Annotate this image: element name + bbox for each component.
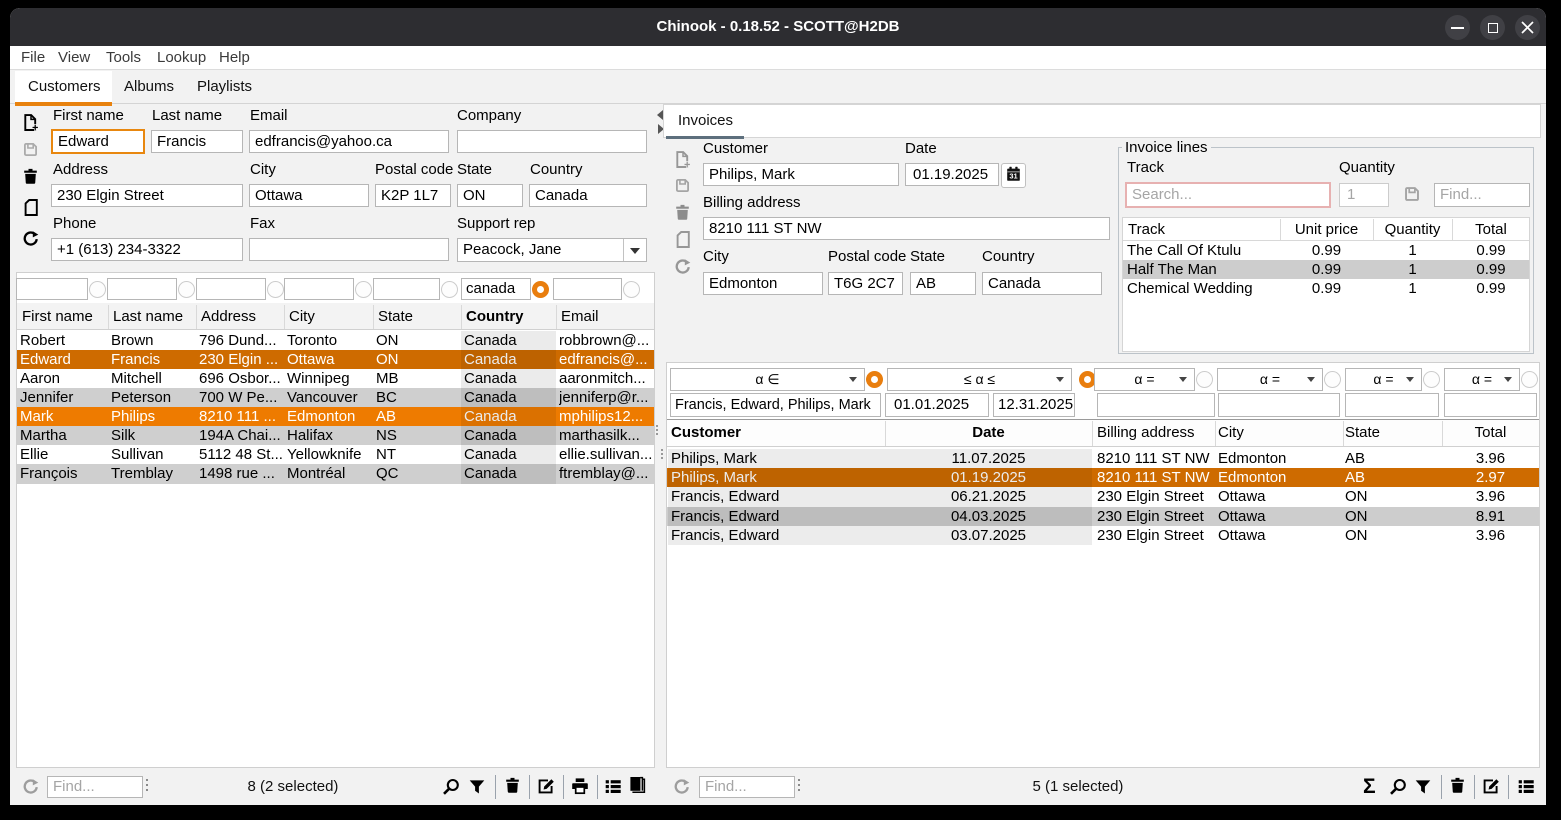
- svg-text:31: 31: [1009, 172, 1017, 181]
